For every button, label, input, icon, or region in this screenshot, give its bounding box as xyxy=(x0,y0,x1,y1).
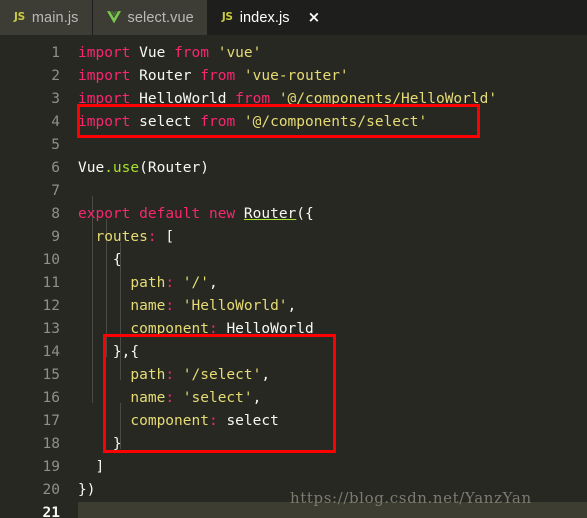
line-number: 18 xyxy=(42,436,60,452)
tab-main-js[interactable]: JS main.js xyxy=(0,0,93,35)
line-number: 10 xyxy=(42,252,60,268)
line-number: 4 xyxy=(51,114,60,130)
line-content: Vue.use(Router) xyxy=(78,160,209,176)
line-number: 8 xyxy=(51,206,60,222)
line-content: }) xyxy=(78,482,96,498)
code-line: 9 routes: [ xyxy=(0,226,587,249)
code-line: 10 { xyxy=(0,249,587,272)
line-content: name: 'HelloWorld', xyxy=(130,298,297,314)
line-number: 2 xyxy=(51,68,60,84)
line-number: 15 xyxy=(42,367,60,383)
js-file-icon: JS xyxy=(14,11,25,24)
line-content: ] xyxy=(95,459,105,475)
code-line: 7 xyxy=(0,180,587,203)
tab-bar-empty-space xyxy=(333,0,587,35)
line-content: component: select xyxy=(130,413,279,429)
line-content: },{ xyxy=(112,344,140,360)
line-number: 6 xyxy=(51,160,60,176)
tab-index-js[interactable]: JS index.js × xyxy=(207,0,334,35)
vue-file-icon xyxy=(106,11,121,24)
code-line: 17 component: select xyxy=(0,410,587,433)
line-number: 12 xyxy=(42,298,60,314)
line-number: 17 xyxy=(42,413,60,429)
line-number: 21 xyxy=(42,505,60,518)
code-line: 16 name: 'select', xyxy=(0,387,587,410)
watermark: https://blog.csdn.net/YanzYan xyxy=(290,489,532,507)
line-number: 19 xyxy=(42,459,60,475)
code-line: 3 import HelloWorld from '@/components/H… xyxy=(0,88,587,111)
code-line: 13 component: HelloWorld xyxy=(0,318,587,341)
line-content: import Router from 'vue-router' xyxy=(78,68,349,84)
line-number: 9 xyxy=(51,229,60,245)
code-lines: 1 import Vue from 'vue' 2 import Router … xyxy=(0,35,587,518)
line-content: { xyxy=(112,252,122,268)
line-number: 5 xyxy=(51,137,60,153)
line-content: import select from '@/components/select' xyxy=(78,114,428,130)
code-line: 4 import select from '@/components/selec… xyxy=(0,111,587,134)
line-content: name: 'select', xyxy=(130,390,262,406)
code-line: 2 import Router from 'vue-router' xyxy=(0,65,587,88)
line-number: 20 xyxy=(42,482,60,498)
line-content: path: '/', xyxy=(130,275,218,291)
line-number: 1 xyxy=(51,45,60,61)
code-line: 6 Vue.use(Router) xyxy=(0,157,587,180)
code-line: 8 export default new Router({ xyxy=(0,203,587,226)
line-content: import Vue from 'vue' xyxy=(78,45,262,61)
line-content: component: HelloWorld xyxy=(130,321,314,337)
line-number: 13 xyxy=(42,321,60,337)
line-number: 14 xyxy=(42,344,60,360)
tab-select-vue[interactable]: select.vue xyxy=(92,0,208,35)
code-line: 19 ] xyxy=(0,456,587,479)
code-line: 5 xyxy=(0,134,587,157)
code-line: 15 path: '/select', xyxy=(0,364,587,387)
tab-label: main.js xyxy=(31,9,79,26)
line-number: 11 xyxy=(42,275,60,291)
js-file-icon: JS xyxy=(221,11,233,24)
editor-window: JS main.js select.vue JS index.js × 1 im… xyxy=(0,0,587,518)
code-line: 14 },{ xyxy=(0,341,587,364)
code-line: 11 path: '/', xyxy=(0,272,587,295)
line-number: 3 xyxy=(51,91,60,107)
line-number: 7 xyxy=(51,183,60,199)
line-content: export default new Router({ xyxy=(78,206,314,222)
line-content: } xyxy=(112,436,122,452)
close-icon[interactable]: × xyxy=(308,10,321,25)
line-content: routes: [ xyxy=(95,229,175,245)
tab-label: select.vue xyxy=(127,9,194,26)
tab-label: index.js xyxy=(239,9,290,26)
line-content: path: '/select', xyxy=(130,367,271,383)
code-line: 1 import Vue from 'vue' xyxy=(0,42,587,65)
tab-bar: JS main.js select.vue JS index.js × xyxy=(0,0,587,35)
code-line: 18 } xyxy=(0,433,587,456)
code-editor[interactable]: 1 import Vue from 'vue' 2 import Router … xyxy=(0,35,587,518)
line-number: 16 xyxy=(42,390,60,406)
code-line: 12 name: 'HelloWorld', xyxy=(0,295,587,318)
line-content: import HelloWorld from '@/components/Hel… xyxy=(78,91,498,107)
